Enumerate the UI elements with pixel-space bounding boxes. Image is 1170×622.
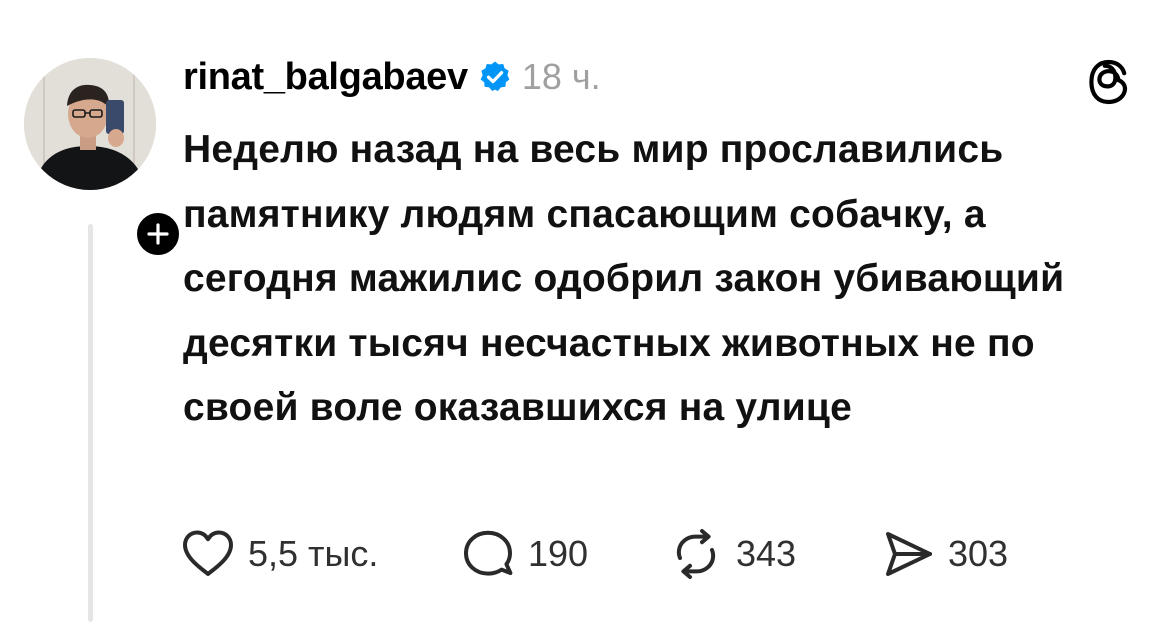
post-body-text: Неделю назад на весь мир прославились па…: [183, 128, 1065, 429]
thread-post: rinat_balgabaev 18 ч. Неделю назад на ве…: [0, 0, 1170, 622]
avatar-photo: [24, 58, 156, 190]
thread-connector-line: [88, 224, 93, 622]
post-timestamp: 18 ч.: [521, 56, 601, 97]
repost-button[interactable]: 343: [668, 528, 880, 580]
comment-count: 190: [528, 533, 589, 574]
avatar[interactable]: [24, 58, 156, 190]
follow-button[interactable]: [132, 208, 184, 260]
post-actions-bar: 5,5 тыс. 190 343 303: [180, 526, 1008, 582]
plus-icon: [147, 223, 169, 245]
repost-count: 343: [736, 533, 797, 574]
heart-icon: [183, 530, 233, 576]
comment-button[interactable]: 190: [460, 528, 668, 580]
like-button[interactable]: 5,5 тыс.: [180, 528, 460, 580]
share-count: 303: [948, 533, 1009, 574]
post-header: rinat_balgabaev 18 ч.: [183, 52, 601, 102]
avatar-container[interactable]: [24, 58, 184, 260]
verified-check-icon: [478, 60, 512, 94]
share-button[interactable]: 303: [880, 528, 1008, 580]
send-icon: [886, 532, 932, 576]
threads-logo-icon[interactable]: [1084, 56, 1132, 108]
username[interactable]: rinat_balgabaev: [183, 56, 468, 99]
speech-bubble-icon: [464, 530, 513, 576]
like-count: 5,5 тыс.: [248, 533, 379, 574]
repost-arrows-icon: [676, 529, 716, 579]
